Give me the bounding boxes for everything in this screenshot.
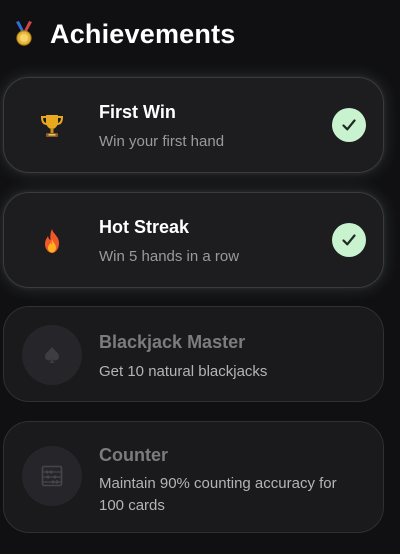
achievement-card-hot-streak[interactable]: Hot Streak Win 5 hands in a row xyxy=(3,192,384,288)
check-icon xyxy=(332,108,366,142)
achievement-description: Maintain 90% counting accuracy for 100 c… xyxy=(99,475,337,514)
achievement-title: First Win xyxy=(99,102,176,122)
achievement-title: Counter xyxy=(99,445,168,465)
achievements-page: Achievements First Win Win your first ha… xyxy=(0,0,400,554)
achievement-title: Blackjack Master xyxy=(99,332,246,352)
page-title: Achievements xyxy=(50,18,236,49)
achievement-description: Win 5 hands in a row xyxy=(99,248,240,265)
abacus-icon xyxy=(22,446,82,506)
achievement-card-counter[interactable]: Counter Maintain 90% counting accuracy f… xyxy=(3,421,384,533)
fire-icon xyxy=(22,211,82,271)
trophy-icon xyxy=(22,96,82,156)
check-icon xyxy=(332,223,366,257)
achievement-description: Win your first hand xyxy=(99,133,225,150)
achievement-title: Hot Streak xyxy=(99,217,190,237)
achievement-card-blackjack-master[interactable]: Blackjack Master Get 10 natural blackjac… xyxy=(3,306,384,402)
achievement-description: Get 10 natural blackjacks xyxy=(99,363,268,380)
header: Achievements xyxy=(12,14,235,54)
medal-icon xyxy=(12,21,36,47)
spade-icon xyxy=(22,325,82,385)
achievement-card-first-win[interactable]: First Win Win your first hand xyxy=(3,77,384,173)
